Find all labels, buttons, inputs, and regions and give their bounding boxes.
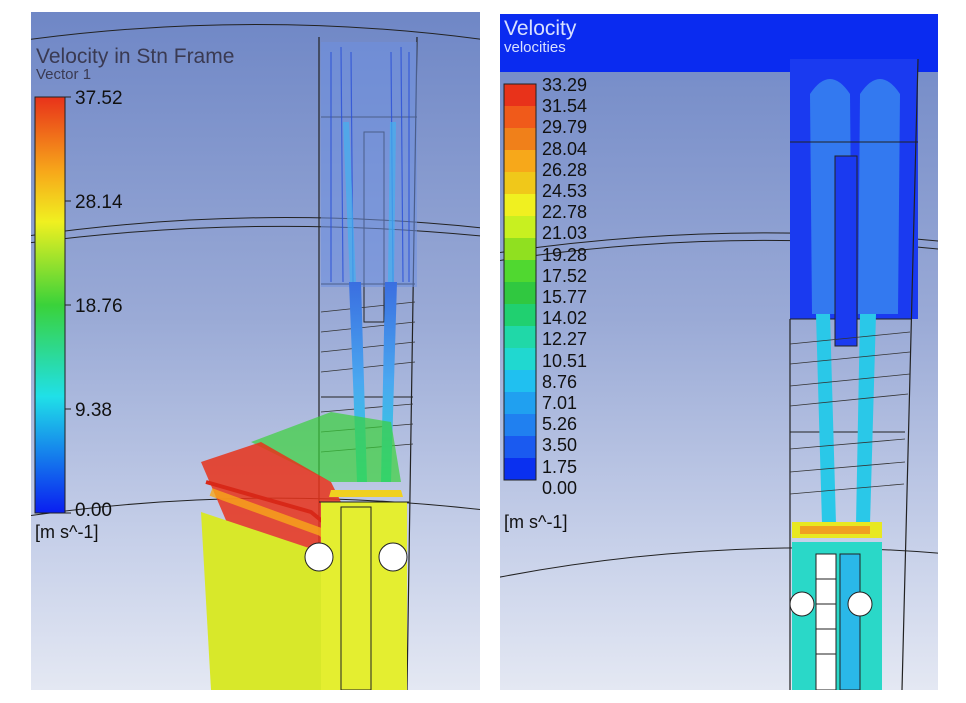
right-legend-level: 19.28: [542, 244, 588, 265]
right-legend-level: 14.02: [542, 308, 588, 329]
left-plot-title: Velocity in Stn Frame: [36, 45, 235, 68]
right-legend-level: 17.52: [542, 265, 588, 286]
right-plot-subtitle: velocities: [504, 39, 566, 56]
right-legend-level: 1.75: [542, 456, 578, 477]
left-legend-mid-high: 28.14: [75, 192, 123, 213]
vector-plot-geometry: [31, 24, 480, 690]
contour-plot-panel: Velocity velocities 33.29 31.54 29.79 28.04…: [500, 14, 938, 690]
right-legend-level: 8.76: [542, 371, 578, 392]
left-legend-max: 37.52: [75, 88, 123, 109]
right-legend-level: 21.03: [542, 223, 588, 244]
left-unit-label: [m s^-1]: [35, 522, 99, 542]
right-legend-level: 24.53: [542, 181, 588, 201]
right-legend-level: 22.78: [542, 202, 588, 223]
right-legend-level: 28.04: [542, 138, 588, 159]
right-colorbar: [503, 83, 537, 481]
right-legend-level: 0.00: [542, 477, 578, 498]
left-plot-subtitle: Vector 1: [36, 66, 92, 83]
right-legend-level: 10.51: [542, 350, 588, 371]
right-legend-level: 5.26: [542, 414, 578, 435]
right-legend-level: 12.27: [542, 329, 588, 350]
right-plot-title: Velocity: [504, 17, 577, 40]
right-legend-level: 15.77: [542, 287, 588, 307]
right-legend-level: 33.29: [542, 75, 588, 95]
right-unit-label: [m s^-1]: [504, 512, 568, 532]
right-legend-level: 3.50: [542, 435, 578, 456]
right-legend-level: 26.28: [542, 159, 588, 180]
right-legend-level: 31.54: [542, 96, 588, 117]
right-legend-level: 7.01: [542, 393, 578, 413]
left-legend-mid-low: 9.38: [75, 400, 112, 421]
left-legend-mid: 18.76: [75, 296, 123, 317]
left-legend-min: 0.00: [75, 500, 112, 521]
right-legend-level: 29.79: [542, 117, 588, 138]
vector-plot-panel: Velocity in Stn Frame Vector 1 37.52 28.…: [31, 12, 480, 690]
